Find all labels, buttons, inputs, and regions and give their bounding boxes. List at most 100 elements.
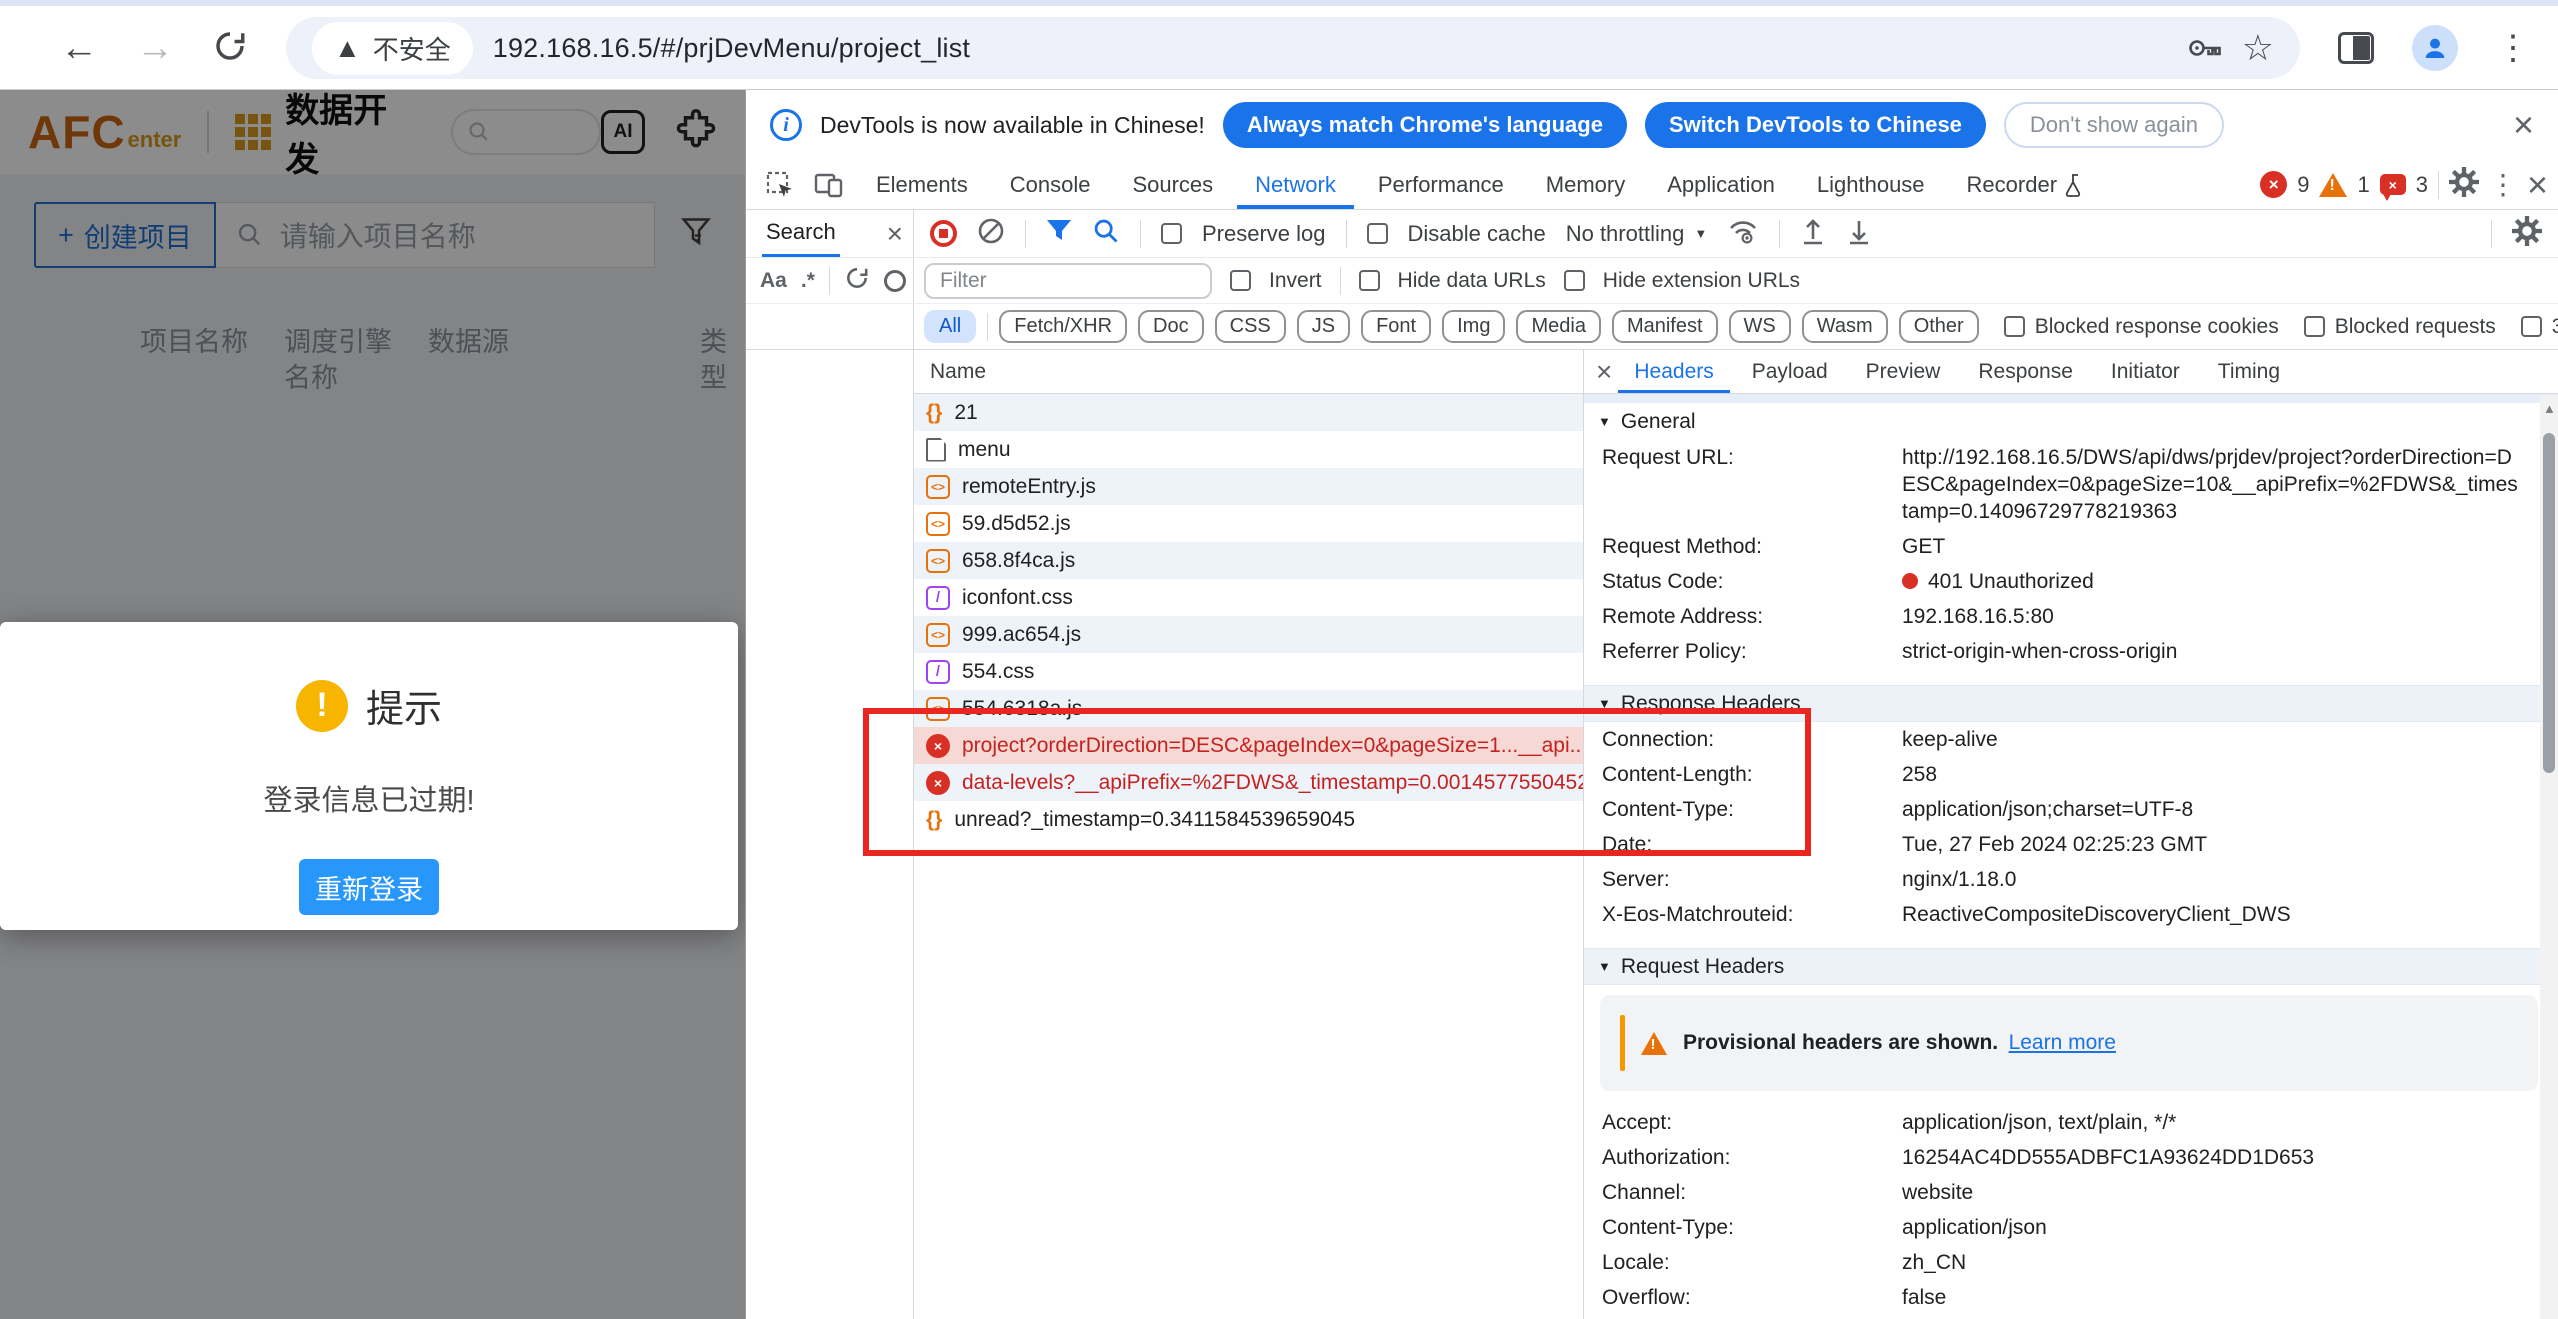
tab-payload[interactable]: Payload xyxy=(1736,350,1844,393)
request-row[interactable]: menu xyxy=(914,431,1583,468)
request-row[interactable]: {} 21 xyxy=(914,394,1583,431)
request-list-header[interactable]: Name xyxy=(914,350,1583,394)
network-conditions-icon[interactable] xyxy=(1727,217,1759,250)
issues-count[interactable]: 3 xyxy=(2416,172,2428,198)
devtools-settings-icon[interactable] xyxy=(2449,167,2479,202)
invert-checkbox[interactable] xyxy=(1230,270,1251,291)
browser-menu-icon[interactable]: ⋮ xyxy=(2496,28,2530,68)
chip-media[interactable]: Media xyxy=(1516,310,1600,343)
request-row[interactable]: <> 554.6318a.js xyxy=(914,690,1583,727)
request-row-error-selected[interactable]: × project?orderDirection=DESC&pageIndex=… xyxy=(914,727,1583,764)
tab-response[interactable]: Response xyxy=(1962,350,2089,393)
record-network-log-icon[interactable] xyxy=(930,220,957,247)
search-drawer-tab[interactable]: Search xyxy=(762,210,840,257)
chip-css[interactable]: CSS xyxy=(1215,310,1286,343)
hide-extension-urls-label[interactable]: Hide extension URLs xyxy=(1603,269,1800,293)
hide-data-urls-checkbox[interactable] xyxy=(1359,270,1380,291)
side-panel-icon[interactable] xyxy=(2338,32,2374,64)
filter-funnel-toggle-icon[interactable] xyxy=(1046,219,1072,248)
relogin-button[interactable]: 重新登录 xyxy=(299,859,439,915)
tab-lighthouse[interactable]: Lighthouse xyxy=(1799,160,1943,209)
warnings-count[interactable]: 1 xyxy=(2357,172,2369,198)
export-har-icon[interactable] xyxy=(1846,217,1872,250)
general-section-header[interactable]: ▼ General xyxy=(1584,403,2558,440)
blocked-cookies-checkbox[interactable] xyxy=(2004,316,2025,337)
chip-js[interactable]: JS xyxy=(1297,310,1350,343)
clear-network-log-icon[interactable] xyxy=(977,217,1005,250)
blocked-cookies-label[interactable]: Blocked response cookies xyxy=(2035,315,2279,339)
dont-show-again-button[interactable]: Don't show again xyxy=(2004,102,2224,148)
request-row[interactable]: <> 59.d5d52.js xyxy=(914,505,1583,542)
request-row[interactable]: <> 658.8f4ca.js xyxy=(914,542,1583,579)
chip-fetch-xhr[interactable]: Fetch/XHR xyxy=(999,310,1127,343)
invert-label[interactable]: Invert xyxy=(1269,269,1322,293)
blocked-requests-checkbox[interactable] xyxy=(2304,316,2325,337)
tab-elements[interactable]: Elements xyxy=(858,160,986,209)
chip-ws[interactable]: WS xyxy=(1729,310,1791,343)
tab-application[interactable]: Application xyxy=(1649,160,1793,209)
disable-cache-label[interactable]: Disable cache xyxy=(1408,221,1546,247)
tab-memory[interactable]: Memory xyxy=(1528,160,1643,209)
details-close-icon[interactable]: × xyxy=(1596,358,1612,386)
chip-manifest[interactable]: Manifest xyxy=(1612,310,1718,343)
chip-other[interactable]: Other xyxy=(1899,310,1979,343)
request-headers-section-header[interactable]: ▼ Request Headers xyxy=(1584,948,2558,985)
devtools-menu-icon[interactable]: ⋮ xyxy=(2489,168,2517,201)
chip-all[interactable]: All xyxy=(924,310,976,343)
bookmark-star-icon[interactable]: ☆ xyxy=(2242,27,2274,69)
preserve-log-checkbox[interactable] xyxy=(1161,223,1182,244)
request-row[interactable]: {} unread?_timestamp=0.3411584539659045 xyxy=(914,801,1583,838)
chip-wasm[interactable]: Wasm xyxy=(1802,310,1888,343)
response-headers-section-header[interactable]: ▼ Response Headers xyxy=(1584,685,2558,722)
refresh-icon[interactable] xyxy=(212,28,248,69)
match-case-icon[interactable]: Aa xyxy=(760,269,787,293)
scroll-up-arrow-icon[interactable]: ▲ xyxy=(2543,401,2556,416)
import-har-icon[interactable] xyxy=(1800,217,1826,250)
profile-avatar[interactable] xyxy=(2412,25,2458,71)
tab-headers[interactable]: Headers xyxy=(1618,350,1729,393)
password-key-icon[interactable] xyxy=(2188,36,2222,60)
disable-cache-checkbox[interactable] xyxy=(1367,223,1388,244)
tab-console[interactable]: Console xyxy=(992,160,1109,209)
tab-recorder[interactable]: Recorder xyxy=(1949,160,2103,209)
switch-chinese-button[interactable]: Switch DevTools to Chinese xyxy=(1645,102,1986,148)
hide-extension-urls-checkbox[interactable] xyxy=(1564,270,1585,291)
network-settings-gear-icon[interactable] xyxy=(2512,216,2542,251)
search-drawer-close-icon[interactable]: × xyxy=(887,220,903,248)
third-party-label[interactable]: 3rd-party requests xyxy=(2552,315,2558,339)
warnings-badge-icon[interactable] xyxy=(2319,173,2347,197)
search-network-icon[interactable] xyxy=(1092,217,1120,250)
clear-search-icon[interactable] xyxy=(884,270,906,292)
devtools-close-icon[interactable]: × xyxy=(2527,167,2548,203)
hide-data-urls-label[interactable]: Hide data URLs xyxy=(1398,269,1546,293)
tab-preview[interactable]: Preview xyxy=(1850,350,1957,393)
request-row[interactable]: / iconfont.css xyxy=(914,579,1583,616)
infobar-close-icon[interactable]: × xyxy=(2513,107,2534,143)
throttling-dropdown[interactable]: No throttling ▼ xyxy=(1566,221,1708,247)
regex-icon[interactable]: .* xyxy=(801,269,815,293)
device-toolbar-icon[interactable] xyxy=(808,160,852,209)
learn-more-link[interactable]: Learn more xyxy=(2009,1031,2116,1054)
request-row-error[interactable]: × data-levels?__apiPrefix=%2FDWS&_timest… xyxy=(914,764,1583,801)
errors-count[interactable]: 9 xyxy=(2297,172,2309,198)
request-row[interactable]: <> 999.ac654.js xyxy=(914,616,1583,653)
tab-network[interactable]: Network xyxy=(1237,160,1354,209)
preserve-log-label[interactable]: Preserve log xyxy=(1202,221,1326,247)
inspect-element-icon[interactable] xyxy=(758,160,802,209)
tab-performance[interactable]: Performance xyxy=(1360,160,1522,209)
security-chip[interactable]: ▲ 不安全 xyxy=(312,22,473,75)
refresh-search-icon[interactable] xyxy=(844,265,870,296)
chip-doc[interactable]: Doc xyxy=(1138,310,1204,343)
third-party-checkbox[interactable] xyxy=(2521,316,2542,337)
errors-badge-icon[interactable]: × xyxy=(2260,171,2287,198)
tab-timing[interactable]: Timing xyxy=(2202,350,2296,393)
tab-sources[interactable]: Sources xyxy=(1114,160,1231,209)
request-row[interactable]: <> remoteEntry.js xyxy=(914,468,1583,505)
filter-input[interactable] xyxy=(924,263,1212,299)
issues-badge-icon[interactable]: × xyxy=(2380,174,2406,195)
address-bar[interactable]: ▲ 不安全 192.168.16.5/#/prjDevMenu/project_… xyxy=(286,17,2300,79)
blocked-requests-label[interactable]: Blocked requests xyxy=(2335,315,2496,339)
tab-initiator[interactable]: Initiator xyxy=(2095,350,2196,393)
match-language-button[interactable]: Always match Chrome's language xyxy=(1223,102,1627,148)
scrollbar-thumb[interactable] xyxy=(2543,433,2555,773)
